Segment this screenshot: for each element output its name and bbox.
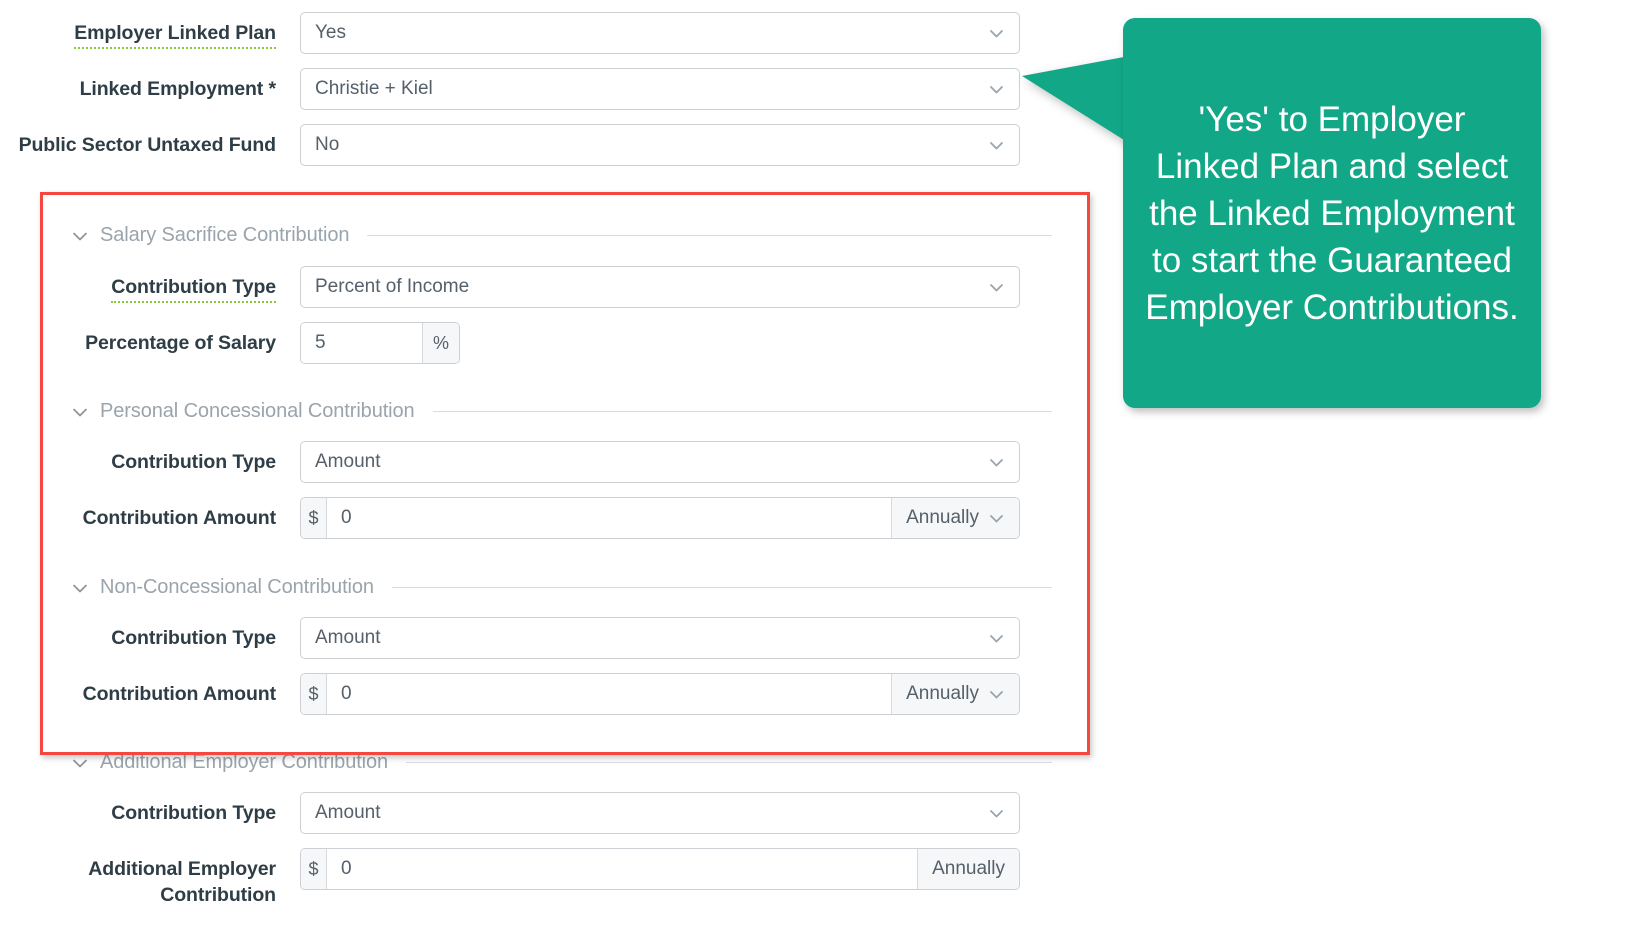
label-personal-concessional-contribution-type: Contribution Type (111, 451, 276, 473)
control-non-concessional-contribution-amount: $ 0 Annually (300, 673, 1020, 715)
section-divider (406, 762, 1052, 763)
select-value-personal-concessional-contribution-type: Amount (315, 451, 381, 472)
additional-employer-contribution-input[interactable]: 0 (327, 849, 918, 889)
select-additional-employer-contribution-type[interactable]: Amount (300, 792, 1020, 834)
chevron-down-icon[interactable] (988, 805, 1005, 822)
chevron-down-icon[interactable] (988, 454, 1005, 471)
section-header-additional-employer-contribution[interactable]: Additional Employer Contribution (70, 751, 1052, 774)
section-title: Personal Concessional Contribution (100, 400, 415, 422)
field-row-salary-sacrifice-contribution-type: Contribution Type Percent of Income (0, 266, 1060, 308)
select-employer-linked-plan[interactable]: Yes (300, 12, 1020, 54)
section-title: Salary Sacrifice Contribution (100, 224, 350, 246)
select-public-sector-untaxed-fund[interactable]: No (300, 124, 1020, 166)
label-non-concessional-contribution-amount: Contribution Amount (82, 683, 277, 705)
label-personal-concessional-contribution-amount: Contribution Amount (82, 507, 277, 529)
chevron-down-icon[interactable] (988, 510, 1005, 527)
frequency-select[interactable]: Annually (891, 674, 1019, 714)
frequency-value: Annually (906, 683, 979, 704)
contribution-amount-group: $ 0 Annually (300, 673, 1020, 715)
chevron-down-icon[interactable] (70, 226, 90, 246)
section-title: Non-Concessional Contribution (100, 576, 374, 598)
label-additional-employer-contribution-type: Contribution Type (111, 802, 276, 824)
field-row-employer-linked-plan: Employer Linked Plan Yes (0, 12, 1060, 54)
select-value-additional-employer-contribution-type: Amount (315, 802, 381, 823)
label-salary-sacrifice-percentage-of-salary: Percentage of Salary (85, 332, 276, 354)
field-row-personal-concessional-contribution-type: Contribution Type Amount (0, 441, 1060, 483)
select-non-concessional-contribution-type[interactable]: Amount (300, 617, 1020, 659)
control-public-sector-untaxed-fund: No (300, 124, 1020, 166)
select-value-public-sector-untaxed-fund: No (315, 134, 340, 155)
chevron-down-icon[interactable] (988, 630, 1005, 647)
field-row-additional-employer-contribution-amount: Additional Employer Contribution $ 0 Ann… (0, 848, 1060, 908)
chevron-down-icon[interactable] (70, 753, 90, 773)
chevron-down-icon[interactable] (988, 137, 1005, 154)
control-salary-sacrifice-contribution-type: Percent of Income (300, 266, 1020, 308)
select-value-employer-linked-plan: Yes (315, 22, 346, 43)
field-row-linked-employment: Linked Employment * Christie + Kiel (0, 68, 1060, 110)
select-salary-sacrifice-contribution-type[interactable]: Percent of Income (300, 266, 1020, 308)
select-value-non-concessional-contribution-type: Amount (315, 627, 381, 648)
frequency-value: Annually (906, 507, 979, 528)
select-linked-employment[interactable]: Christie + Kiel (300, 68, 1020, 110)
frequency-select[interactable]: Annually (891, 498, 1019, 538)
section-divider (367, 235, 1052, 236)
field-row-non-concessional-contribution-type: Contribution Type Amount (0, 617, 1060, 659)
dollar-prefix: $ (301, 849, 327, 889)
section-divider (391, 587, 1052, 588)
chevron-down-icon[interactable] (988, 279, 1005, 296)
superannuation-contributions-form: Employer Linked Plan Yes Linked Employme… (0, 0, 1100, 937)
control-non-concessional-contribution-type: Amount (300, 617, 1020, 659)
field-row-personal-concessional-contribution-amount: Contribution Amount $ 0 Annually (0, 497, 1060, 539)
contribution-amount-group: $ 0 Annually (300, 497, 1020, 539)
field-row-additional-employer-contribution-type: Contribution Type Amount (0, 792, 1060, 834)
section-header-personal-concessional-contribution[interactable]: Personal Concessional Contribution (70, 400, 1052, 423)
field-row-non-concessional-contribution-amount: Contribution Amount $ 0 Annually (0, 673, 1060, 715)
section-header-salary-sacrifice-contribution[interactable]: Salary Sacrifice Contribution (70, 224, 1052, 247)
contribution-amount-input[interactable]: 0 (327, 498, 892, 538)
control-additional-employer-contribution-type: Amount (300, 792, 1020, 834)
chevron-down-icon[interactable] (70, 402, 90, 422)
control-employer-linked-plan: Yes (300, 12, 1020, 54)
select-value-salary-sacrifice-contribution-type: Percent of Income (315, 276, 470, 297)
percent-suffix: % (422, 323, 459, 363)
frequency-value: Annually (932, 858, 1005, 879)
field-row-salary-sacrifice-percentage-of-salary: Percentage of Salary 5 % (0, 322, 1060, 364)
section-divider (432, 411, 1052, 412)
chevron-down-icon[interactable] (988, 25, 1005, 42)
dollar-prefix: $ (301, 674, 327, 714)
callout-text: 'Yes' to Employer Linked Plan and select… (1145, 99, 1519, 327)
select-personal-concessional-contribution-type[interactable]: Amount (300, 441, 1020, 483)
callout-bubble: 'Yes' to Employer Linked Plan and select… (1123, 18, 1541, 408)
callout-tail (1022, 54, 1140, 150)
chevron-down-icon[interactable] (988, 686, 1005, 703)
contribution-amount-input[interactable]: 0 (327, 674, 892, 714)
label-public-sector-untaxed-fund: Public Sector Untaxed Fund (18, 134, 277, 156)
section-title: Additional Employer Contribution (100, 751, 389, 773)
section-header-non-concessional-contribution[interactable]: Non-Concessional Contribution (70, 576, 1052, 599)
chevron-down-icon[interactable] (988, 81, 1005, 98)
label-linked-employment: Linked Employment * (79, 78, 276, 100)
field-row-public-sector-untaxed-fund: Public Sector Untaxed Fund No (0, 124, 1060, 166)
control-additional-employer-contribution-amount: $ 0 Annually (300, 848, 1020, 890)
dollar-prefix: $ (301, 498, 327, 538)
control-linked-employment: Christie + Kiel (300, 68, 1020, 110)
control-personal-concessional-contribution-amount: $ 0 Annually (300, 497, 1020, 539)
label-employer-linked-plan: Employer Linked Plan (0, 12, 300, 49)
label-non-concessional-contribution-type: Contribution Type (111, 627, 276, 649)
label-additional-employer-contribution-amount: Additional Employer Contribution (88, 858, 276, 906)
control-salary-sacrifice-percentage-of-salary: 5 % (300, 322, 460, 364)
select-value-linked-employment: Christie + Kiel (315, 78, 433, 99)
control-personal-concessional-contribution-type: Amount (300, 441, 1020, 483)
additional-employer-contribution-group: $ 0 Annually (300, 848, 1020, 890)
frequency-select[interactable]: Annually (917, 849, 1019, 889)
percentage-of-salary-input[interactable]: 5 (301, 323, 422, 363)
percentage-of-salary-group: 5 % (300, 322, 460, 364)
label-salary-sacrifice-contribution-type: Contribution Type (0, 266, 300, 303)
chevron-down-icon[interactable] (70, 578, 90, 598)
